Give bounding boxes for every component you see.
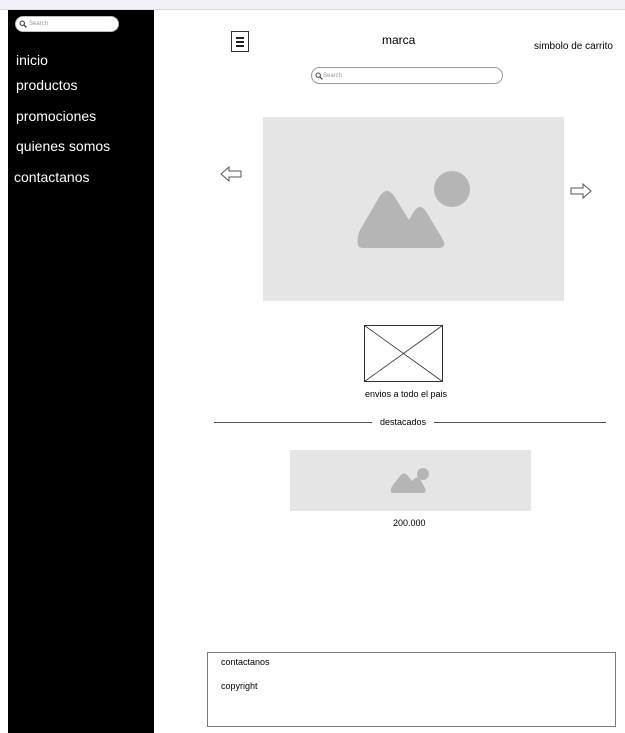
footer: contactanos copyright <box>207 652 616 727</box>
top-bar <box>0 0 625 10</box>
shipping-image-placeholder <box>364 325 443 382</box>
featured-heading: destacados <box>380 417 427 427</box>
search-input[interactable]: Search <box>311 67 503 84</box>
cart-link[interactable]: simbolo de carrito <box>534 41 613 53</box>
arrow-left-icon[interactable] <box>220 166 242 182</box>
product-price: 200.000 <box>393 518 426 528</box>
search-icon <box>315 72 323 80</box>
footer-copyright: copyright <box>221 681 258 691</box>
sidebar-item-inicio[interactable]: inicio <box>16 52 48 68</box>
product-image[interactable] <box>290 450 531 511</box>
search-placeholder: Search <box>323 73 343 79</box>
sidebar-item-quienes-somos[interactable]: quienes somos <box>16 138 110 154</box>
search-icon <box>19 20 27 28</box>
footer-contact-link[interactable]: contactanos <box>221 657 270 668</box>
sidebar-item-productos[interactable]: productos <box>16 77 77 93</box>
arrow-right-icon[interactable] <box>570 183 592 199</box>
page: Search inicio productos promociones quie… <box>0 0 625 733</box>
sidebar-item-contactanos[interactable]: contactanos <box>14 169 90 185</box>
brand-title[interactable]: marca <box>382 33 415 47</box>
carousel-image[interactable] <box>263 117 564 301</box>
divider <box>214 422 372 423</box>
sidebar-search-input[interactable]: Search <box>15 16 119 32</box>
sidebar: Search inicio productos promociones quie… <box>8 10 154 733</box>
sidebar-item-promociones[interactable]: promociones <box>16 108 96 124</box>
sidebar-search-placeholder: Search <box>29 21 49 27</box>
left-margin <box>0 10 8 733</box>
image-placeholder-icon <box>357 171 470 248</box>
hamburger-icon[interactable] <box>231 31 249 52</box>
shipping-text: envios a todo el pais <box>365 389 448 399</box>
divider <box>434 422 606 423</box>
image-placeholder-icon <box>390 468 429 493</box>
